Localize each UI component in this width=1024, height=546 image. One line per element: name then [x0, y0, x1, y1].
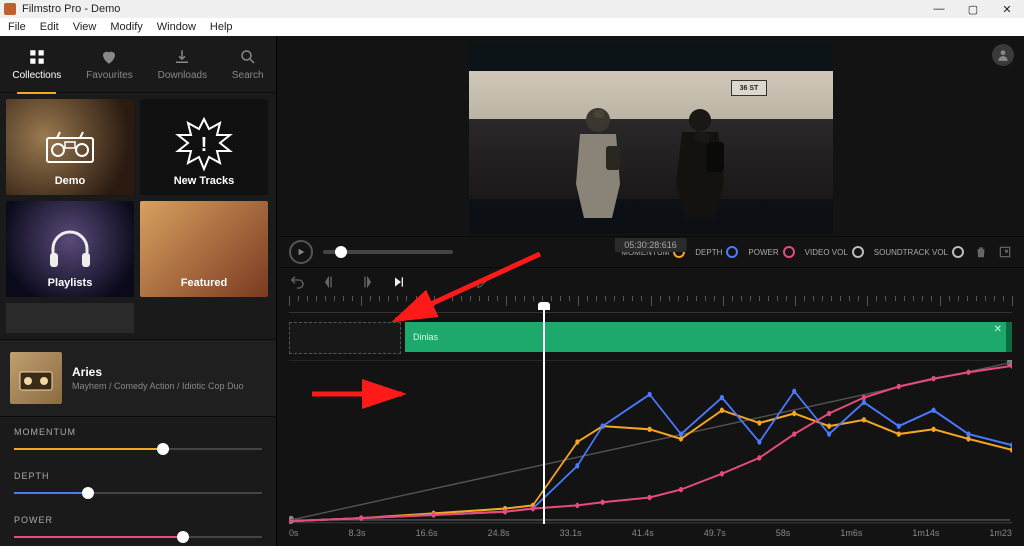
legend-depth: DEPTH [695, 246, 738, 258]
split-left-button[interactable] [323, 274, 339, 290]
track-thumbnail [10, 352, 62, 404]
legend-videovol: VIDEO VOL [805, 246, 864, 258]
slider-depth[interactable]: DEPTH [14, 471, 262, 499]
tab-label: Favourites [86, 70, 133, 81]
svg-text:!: ! [201, 134, 208, 156]
window-minimize-button[interactable]: — [922, 0, 956, 18]
user-avatar-button[interactable] [992, 44, 1014, 66]
timecode-display: 05:30:28:616 [614, 238, 687, 252]
video-frame[interactable]: 36 ST [469, 42, 833, 234]
timeline-labels: 0s8.3s16.6s24.8s33.1s41.4s49.7s58s1m6s1m… [289, 528, 1012, 542]
slider-label: MOMENTUM [14, 427, 262, 437]
sidebar: Collections Favourites Downloads Search [0, 36, 277, 546]
legend-soundvol: SOUNDTRACK VOL [874, 246, 964, 258]
tab-search[interactable]: Search [232, 48, 264, 81]
parameter-sliders: MOMENTUM DEPTH POWER [0, 417, 276, 543]
subway-sign: 36 ST [731, 80, 767, 96]
collection-card-playlists[interactable]: Playlists [6, 201, 134, 297]
heart-icon [100, 48, 118, 66]
menubar: File Edit View Modify Window Help [0, 18, 1024, 36]
play-button[interactable] [289, 240, 313, 264]
app-icon [4, 3, 16, 15]
delete-icon[interactable] [974, 245, 988, 259]
play-icon [297, 248, 305, 256]
collection-card-more[interactable] [6, 303, 134, 333]
timeline-toolbar [277, 267, 1024, 296]
slider-label: POWER [14, 515, 262, 525]
playhead[interactable] [543, 310, 545, 524]
volume-slider[interactable] [323, 250, 453, 254]
split-right-button[interactable] [357, 274, 373, 290]
tab-collections[interactable]: Collections [12, 48, 61, 81]
play-from-start-button[interactable] [391, 274, 407, 290]
grid-icon [28, 48, 46, 66]
export-icon[interactable] [998, 245, 1012, 259]
track-title: Aries [72, 365, 244, 379]
main-panel: 36 ST 05:30:28:616 MOMENTUM DEPTH POWER … [277, 36, 1024, 546]
window-close-button[interactable]: ✕ [990, 0, 1024, 18]
slider-label: DEPTH [14, 471, 262, 481]
menu-view[interactable]: View [73, 21, 97, 33]
clip-name: Dinlas [413, 332, 438, 342]
audio-clip[interactable]: Dinlas ✕ [405, 322, 1008, 352]
menu-help[interactable]: Help [210, 21, 233, 33]
undo-button[interactable] [289, 274, 305, 290]
sidebar-tabs: Collections Favourites Downloads Search [0, 36, 276, 93]
window-titlebar: Filmstro Pro - Demo — ▢ ✕ [0, 0, 1024, 18]
tab-downloads[interactable]: Downloads [158, 48, 207, 81]
menu-window[interactable]: Window [157, 21, 196, 33]
card-label: New Tracks [140, 175, 268, 187]
tab-label: Downloads [158, 70, 207, 81]
automation-graph[interactable] [289, 360, 1012, 524]
tab-favourites[interactable]: Favourites [86, 48, 133, 81]
window-maximize-button[interactable]: ▢ [956, 0, 990, 18]
legend-power: POWER [748, 246, 794, 258]
track-subtitle: Mayhem / Comedy Action / Idiotic Cop Duo [72, 381, 244, 391]
video-content: 36 ST [469, 42, 833, 234]
collection-card-demo[interactable]: Demo [6, 99, 134, 195]
collection-card-newtracks[interactable]: ! New Tracks [140, 99, 268, 195]
card-label: Playlists [6, 277, 134, 289]
edit-button[interactable] [475, 274, 491, 290]
boombox-icon [45, 130, 95, 164]
card-label: Featured [140, 277, 268, 289]
headphones-icon [45, 229, 95, 269]
clip-trim-handle[interactable] [1006, 322, 1012, 352]
download-icon [173, 48, 191, 66]
card-label: Demo [6, 175, 134, 187]
tab-label: Search [232, 70, 264, 81]
menu-modify[interactable]: Modify [110, 21, 142, 33]
clip-close-button[interactable]: ✕ [994, 324, 1002, 335]
menu-edit[interactable]: Edit [40, 21, 59, 33]
slider-power[interactable]: POWER [14, 515, 262, 543]
clip-dropzone[interactable] [289, 322, 401, 354]
menu-file[interactable]: File [8, 21, 26, 33]
timeline[interactable]: /* ticks drawn below via JS would go her… [277, 296, 1024, 546]
tab-label: Collections [12, 70, 61, 81]
timeline-ruler[interactable]: /* ticks drawn below via JS would go her… [289, 296, 1012, 313]
collections-grid: Demo ! New Tracks Playlists Featured [0, 93, 276, 339]
user-icon [996, 48, 1010, 62]
current-track-row[interactable]: Aries Mayhem / Comedy Action / Idiotic C… [0, 339, 276, 417]
collection-card-featured[interactable]: Featured [140, 201, 268, 297]
burst-icon: ! [174, 117, 234, 177]
video-preview: 36 ST 05:30:28:616 [277, 36, 1024, 236]
slider-momentum[interactable]: MOMENTUM [14, 427, 262, 455]
search-icon [239, 48, 257, 66]
window-title: Filmstro Pro - Demo [22, 3, 120, 15]
